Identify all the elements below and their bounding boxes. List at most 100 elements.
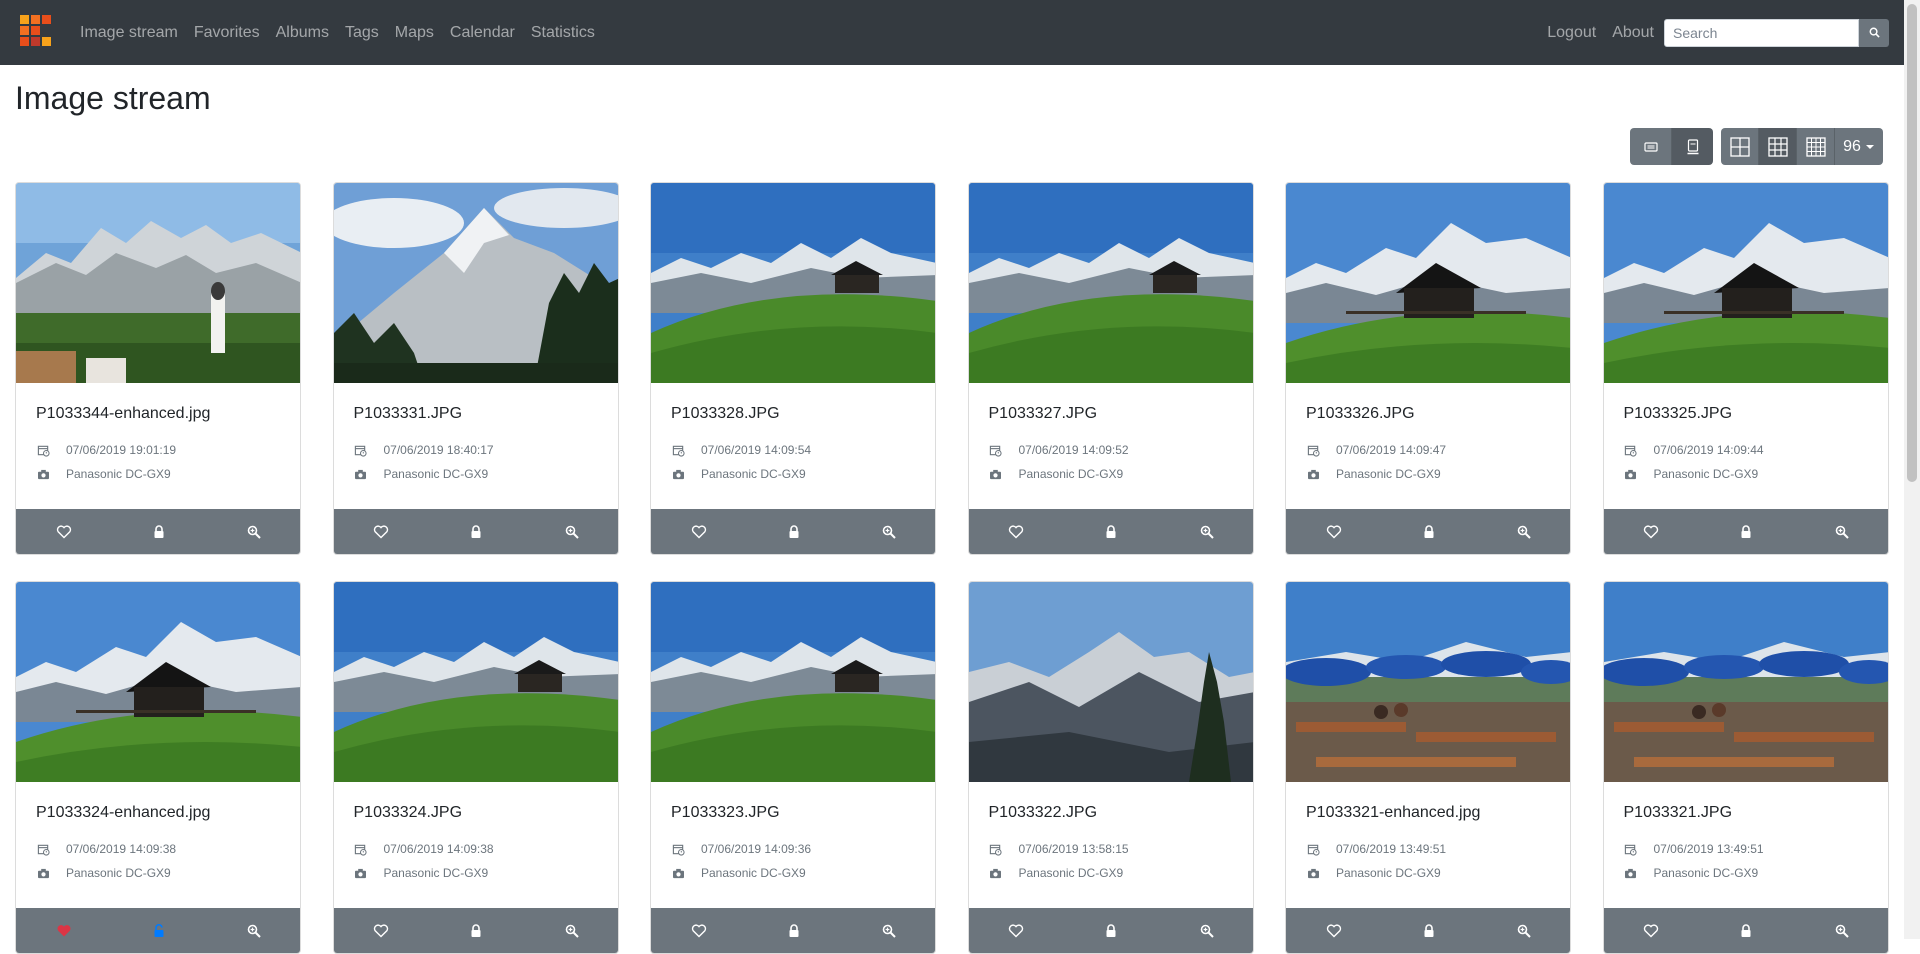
image-thumbnail[interactable]	[16, 582, 300, 782]
image-card: P1033327.JPG 07/06/2019 14:09:52 Panason…	[967, 182, 1254, 555]
image-card: P1033331.JPG 07/06/2019 18:40:17 Panason…	[332, 182, 619, 555]
image-thumbnail[interactable]	[968, 183, 1253, 383]
nav-about[interactable]: About	[1612, 24, 1654, 42]
favorite-button[interactable]	[651, 509, 746, 554]
image-date-row: 07/06/2019 13:49:51	[1624, 842, 1764, 856]
visibility-lock-button[interactable]	[746, 509, 841, 554]
photo-thumbnail	[1286, 582, 1570, 782]
image-thumbnail[interactable]	[333, 582, 618, 782]
nav-albums[interactable]: Albums	[276, 24, 329, 42]
favorite-button[interactable]	[1604, 908, 1699, 953]
visibility-lock-button[interactable]	[1064, 509, 1159, 554]
image-date-row: 07/06/2019 14:09:36	[671, 842, 811, 856]
image-camera: Panasonic DC-GX9	[1018, 866, 1124, 880]
visibility-lock-button[interactable]	[111, 908, 206, 953]
image-filename[interactable]: P1033324.JPG	[354, 804, 463, 822]
page-title: Image stream	[15, 80, 211, 116]
zoom-button[interactable]	[1159, 509, 1252, 554]
grid-3x3-button[interactable]	[1759, 128, 1797, 165]
zoom-button[interactable]	[1794, 509, 1887, 554]
zoom-button[interactable]	[207, 908, 300, 953]
image-date: 07/06/2019 18:40:17	[383, 443, 494, 457]
nav-statistics[interactable]: Statistics	[531, 24, 595, 42]
visibility-lock-button[interactable]	[746, 908, 841, 953]
zoom-button[interactable]	[1477, 908, 1570, 953]
image-filename[interactable]: P1033325.JPG	[1624, 405, 1733, 423]
zoom-button[interactable]	[524, 908, 617, 953]
image-thumbnail[interactable]	[651, 582, 935, 782]
image-filename[interactable]: P1033321.JPG	[1624, 804, 1733, 822]
main-nav: Image stream Favorites Albums Tags Maps …	[80, 0, 611, 65]
list-view-button[interactable]	[1630, 128, 1672, 165]
visibility-lock-button[interactable]	[1381, 908, 1476, 953]
card-view-button[interactable]	[1672, 128, 1713, 165]
visibility-lock-button[interactable]	[111, 509, 206, 554]
image-filename[interactable]: P1033328.JPG	[671, 405, 780, 423]
image-camera-row: Panasonic DC-GX9	[671, 866, 806, 880]
image-thumbnail[interactable]	[1286, 582, 1570, 782]
favorite-button[interactable]	[16, 509, 111, 554]
image-filename[interactable]: P1033323.JPG	[671, 804, 780, 822]
image-filename[interactable]: P1033322.JPG	[989, 804, 1098, 822]
visibility-lock-button[interactable]	[1699, 509, 1794, 554]
visibility-lock-button[interactable]	[1064, 908, 1159, 953]
favorite-button[interactable]	[1286, 509, 1381, 554]
zoom-button[interactable]	[842, 509, 935, 554]
favorite-button[interactable]	[334, 509, 429, 554]
nav-favorites[interactable]: Favorites	[194, 24, 260, 42]
image-thumbnail[interactable]	[333, 183, 618, 383]
grid-2x2-button[interactable]	[1721, 128, 1759, 165]
visibility-lock-button[interactable]	[1699, 908, 1794, 953]
search-button[interactable]	[1859, 18, 1889, 47]
camera-icon	[989, 866, 1003, 880]
favorite-button[interactable]	[16, 908, 111, 953]
camera-icon	[1624, 866, 1638, 880]
calendar-clock-icon	[1306, 443, 1320, 457]
zoom-button[interactable]	[207, 509, 300, 554]
search-input[interactable]	[1664, 18, 1859, 47]
favorite-button[interactable]	[651, 908, 746, 953]
image-filename[interactable]: P1033324-enhanced.jpg	[36, 804, 210, 822]
zoom-button[interactable]	[1477, 509, 1570, 554]
image-filename[interactable]: P1033326.JPG	[1306, 405, 1415, 423]
image-date-row: 07/06/2019 14:09:38	[36, 842, 176, 856]
scrollbar-thumb[interactable]	[1907, 4, 1917, 482]
camera-icon	[36, 467, 50, 481]
image-thumbnail[interactable]	[1603, 183, 1888, 383]
caret-down-icon	[1865, 144, 1874, 149]
favorite-button[interactable]	[969, 908, 1064, 953]
page-scrollbar[interactable]	[1904, 0, 1920, 939]
image-thumbnail[interactable]	[968, 582, 1253, 782]
image-filename[interactable]: P1033321-enhanced.jpg	[1306, 804, 1480, 822]
favorite-button[interactable]	[1604, 509, 1699, 554]
favorite-button[interactable]	[1286, 908, 1381, 953]
photo-thumbnail	[968, 582, 1253, 782]
nav-maps[interactable]: Maps	[395, 24, 434, 42]
image-filename[interactable]: P1033331.JPG	[354, 405, 463, 423]
visibility-lock-button[interactable]	[429, 908, 524, 953]
zoom-button[interactable]	[524, 509, 617, 554]
camera-icon	[671, 467, 685, 481]
nav-tags[interactable]: Tags	[345, 24, 379, 42]
zoom-button[interactable]	[1159, 908, 1252, 953]
image-filename[interactable]: P1033327.JPG	[989, 405, 1098, 423]
nav-logout[interactable]: Logout	[1547, 24, 1596, 42]
image-thumbnail[interactable]	[1603, 582, 1888, 782]
app-logo-icon[interactable]	[20, 15, 52, 49]
image-thumbnail[interactable]	[16, 183, 300, 383]
nav-calendar[interactable]: Calendar	[450, 24, 515, 42]
zoom-in-icon	[1835, 525, 1849, 539]
favorite-button[interactable]	[969, 509, 1064, 554]
nav-image-stream[interactable]: Image stream	[80, 24, 178, 42]
visibility-lock-button[interactable]	[429, 509, 524, 554]
image-filename[interactable]: P1033344-enhanced.jpg	[36, 405, 210, 423]
image-thumbnail[interactable]	[1286, 183, 1570, 383]
page-size-dropdown[interactable]: 96	[1835, 128, 1883, 165]
image-date: 07/06/2019 13:58:15	[1018, 842, 1129, 856]
visibility-lock-button[interactable]	[1381, 509, 1476, 554]
zoom-button[interactable]	[1794, 908, 1887, 953]
zoom-button[interactable]	[842, 908, 935, 953]
favorite-button[interactable]	[334, 908, 429, 953]
image-thumbnail[interactable]	[651, 183, 935, 383]
grid-4x4-button[interactable]	[1797, 128, 1835, 165]
